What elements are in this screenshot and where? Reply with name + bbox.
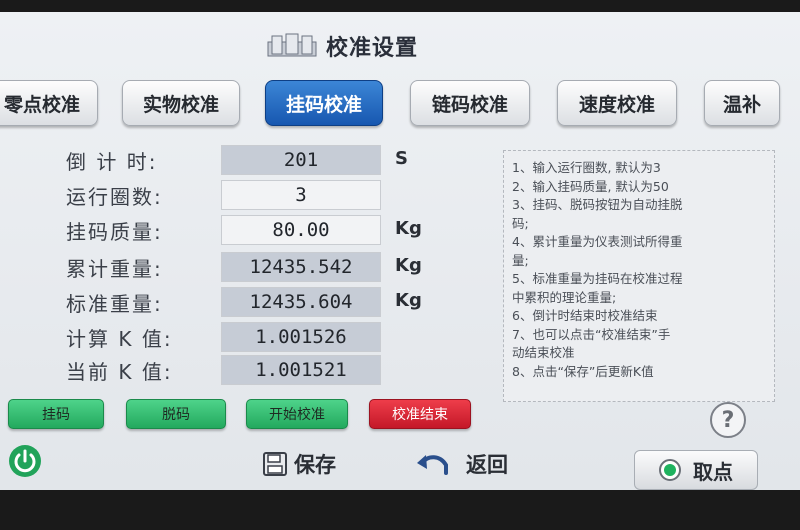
pick-point-label: 取点 — [693, 459, 733, 484]
instruction-line: 2、输入挂码质量, 默认为50 — [512, 178, 669, 194]
power-icon[interactable] — [8, 444, 42, 478]
tab-physical-calibration[interactable]: 实物校准 — [122, 80, 240, 126]
tab-speed-calibration[interactable]: 速度校准 — [557, 80, 677, 126]
back-button[interactable]: 返回 — [416, 446, 508, 482]
radio-selected-icon — [659, 459, 681, 481]
instruction-line: 6、倒计时结束时校准结束 — [512, 308, 658, 323]
countdown-label: 倒 计 时: — [66, 150, 158, 174]
cumulative-weight-field: 12435.542 — [221, 252, 381, 282]
tab-chain-calibration[interactable]: 链码校准 — [410, 80, 530, 126]
countdown-unit: S — [395, 148, 408, 169]
weight-mass-input[interactable]: 80.00 — [221, 215, 381, 245]
save-label: 保存 — [294, 453, 336, 477]
calculated-k-field: 1.001526 — [221, 322, 381, 352]
return-arrow-icon — [417, 455, 448, 475]
weight-mass-label: 挂码质量: — [66, 220, 163, 244]
instruction-line: 7、也可以点击“校准结束”手 — [512, 326, 671, 342]
countdown-field: 201 — [221, 145, 381, 175]
end-calibration-button[interactable]: 校准结束 — [369, 399, 471, 429]
cumulative-weight-label: 累计重量: — [66, 257, 163, 281]
instruction-line: 8、点击“保存”后更新K值 — [512, 363, 654, 379]
instruction-line: 动结束校准 — [512, 345, 575, 360]
unhang-weight-button[interactable]: 脱码 — [126, 399, 226, 429]
instruction-line: 中累积的理论重量; — [512, 289, 617, 305]
start-calibration-button[interactable]: 开始校准 — [246, 399, 348, 429]
help-button[interactable]: ? — [710, 402, 746, 438]
cumulative-weight-unit: Kg — [395, 255, 422, 276]
instructions-panel: 1、输入运行圈数, 默认为3 2、输入挂码质量, 默认为50 3、挂码、脱码按钮… — [503, 150, 775, 402]
standard-weight-unit: Kg — [395, 290, 422, 311]
current-k-field: 1.001521 — [221, 355, 381, 385]
tab-weight-calibration[interactable]: 挂码校准 — [265, 80, 383, 126]
hang-weight-button[interactable]: 挂码 — [8, 399, 104, 429]
calibration-icon — [267, 33, 317, 57]
save-button[interactable]: 保存 — [262, 446, 336, 482]
title-bar: 校准设置 — [0, 26, 800, 66]
laps-label: 运行圈数: — [66, 185, 163, 209]
calibration-screen: 校准设置 零点校准 实物校准 挂码校准 链码校准 速度校准 温补 倒 计 时: … — [0, 12, 800, 490]
tab-zero-calibration[interactable]: 零点校准 — [0, 80, 98, 126]
laps-input[interactable]: 3 — [221, 180, 381, 210]
instruction-line: 码; — [512, 215, 529, 231]
weight-mass-unit: Kg — [395, 218, 422, 239]
instruction-line: 4、累计重量为仪表测试所得重 — [512, 234, 683, 249]
calculated-k-label: 计算 K 值: — [66, 327, 173, 351]
instruction-line: 1、输入运行圈数, 默认为3 — [512, 160, 661, 175]
standard-weight-field: 12435.604 — [221, 287, 381, 317]
instruction-line: 5、标准重量为挂码在校准过程 — [512, 271, 683, 286]
back-label: 返回 — [466, 453, 508, 477]
page-title: 校准设置 — [326, 36, 419, 61]
current-k-label: 当前 K 值: — [66, 360, 173, 384]
instruction-line: 3、挂码、脱码按钮为自动挂脱 — [512, 197, 683, 212]
standard-weight-label: 标准重量: — [66, 292, 163, 316]
tab-temperature-compensation[interactable]: 温补 — [704, 80, 780, 126]
save-icon — [263, 452, 287, 476]
instruction-line: 量; — [512, 252, 529, 268]
pick-point-button[interactable]: 取点 — [634, 450, 758, 490]
